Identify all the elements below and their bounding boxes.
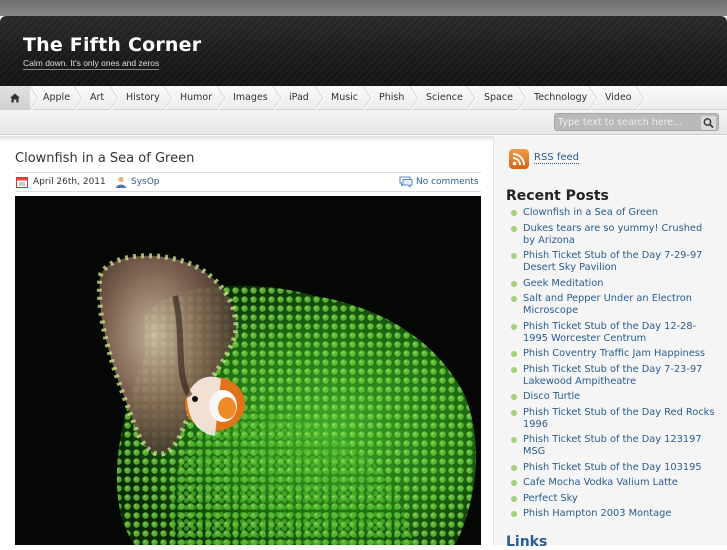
site-header: The Fifth Corner Calm down. It's only on… — [0, 16, 727, 86]
nav-item-images[interactable]: Images — [233, 86, 268, 110]
recent-post-link[interactable]: Cafe Mocha Vodka Valium Latte — [506, 477, 716, 489]
recent-post-link[interactable]: Phish Ticket Stub of the Day 123197 MSG — [506, 434, 716, 458]
recent-posts-list: Clownfish in a Sea of Green Dukes tears … — [506, 207, 716, 524]
recent-post-link[interactable]: Phish Coventry Traffic Jam Happiness — [506, 348, 716, 360]
nav-item-art[interactable]: Art — [90, 86, 104, 110]
nav-separator — [273, 86, 283, 110]
nav-separator — [164, 86, 174, 110]
recent-posts-heading: Recent Posts — [506, 188, 609, 204]
recent-post-link[interactable]: Phish Ticket Stub of the Day 12-28-1995 … — [506, 321, 716, 345]
recent-post-link[interactable]: Phish Hampton 2003 Montage — [506, 508, 716, 520]
user-icon — [116, 176, 126, 188]
clownfish-anemone-photo[interactable] — [15, 196, 481, 545]
main-nav: Apple Art History Humor Images iPad Musi… — [0, 86, 727, 110]
nav-separator — [518, 86, 528, 110]
nav-item-history[interactable]: History — [126, 86, 160, 110]
recent-post-link[interactable]: Perfect Sky — [506, 493, 716, 505]
recent-post-link[interactable]: Phish Ticket Stub of the Day 7-29-97 Des… — [506, 250, 716, 274]
home-icon — [10, 93, 20, 103]
search-input[interactable] — [558, 116, 698, 129]
search-icon — [701, 116, 716, 130]
nav-item-science[interactable]: Science — [426, 86, 463, 110]
nav-item-phish[interactable]: Phish — [379, 86, 404, 110]
recent-post-link[interactable]: Clownfish in a Sea of Green — [506, 207, 716, 219]
search-button[interactable] — [701, 115, 716, 130]
nav-home-button[interactable] — [0, 86, 30, 110]
rss-icon[interactable] — [509, 149, 529, 169]
links-heading: Links — [506, 534, 548, 550]
site-title[interactable]: The Fifth Corner — [23, 34, 201, 56]
top-bar — [0, 0, 727, 16]
nav-item-apple[interactable]: Apple — [43, 86, 70, 110]
nav-item-music[interactable]: Music — [331, 86, 358, 110]
nav-item-technology[interactable]: Technology — [534, 86, 587, 110]
nav-separator — [636, 86, 646, 110]
search-box — [554, 113, 719, 131]
recent-post-link[interactable]: Phish Ticket Stub of the Day 7-23-97 Lak… — [506, 364, 716, 388]
nav-item-ipad[interactable]: iPad — [289, 86, 309, 110]
recent-post-link[interactable]: Geek Meditation — [506, 278, 716, 290]
site-description: Calm down. It's only ones and zeros — [23, 58, 160, 70]
nav-separator — [315, 86, 325, 110]
recent-post-link[interactable]: Phish Ticket Stub of the Day Red Rocks 1… — [506, 407, 716, 431]
nav-separator — [217, 86, 227, 110]
calendar-icon — [16, 177, 28, 188]
recent-post-link[interactable]: Dukes tears are so yummy! Crushed by Ari… — [506, 223, 716, 247]
nav-item-humor[interactable]: Humor — [180, 86, 212, 110]
post-comments-link[interactable]: No comments — [416, 177, 479, 187]
comment-icon — [399, 176, 413, 188]
nav-separator — [467, 86, 477, 110]
nav-separator — [363, 86, 373, 110]
nav-separator — [110, 86, 120, 110]
nav-separator — [30, 86, 40, 110]
search-bar-strip — [0, 110, 727, 135]
recent-post-link[interactable]: Disco Turtle — [506, 391, 716, 403]
nav-item-space[interactable]: Space — [484, 86, 513, 110]
nav-separator — [74, 86, 84, 110]
post-title[interactable]: Clownfish in a Sea of Green — [15, 151, 194, 166]
sidebar: RSS feed Recent Posts Clownfish in a Sea… — [493, 136, 727, 550]
rss-feed-link[interactable]: RSS feed — [534, 152, 579, 164]
post-image-art — [15, 196, 481, 545]
post-date: April 26th, 2011 — [33, 177, 106, 187]
post-author-link[interactable]: SysOp — [131, 177, 160, 187]
nav-item-video[interactable]: Video — [605, 86, 632, 110]
nav-separator — [589, 86, 599, 110]
post-meta: April 26th, 2011 SysOp No comments — [15, 172, 481, 192]
recent-post-link[interactable]: Phish Ticket Stub of the Day 103195 — [506, 462, 716, 474]
recent-post-link[interactable]: Salt and Pepper Under an Electron Micros… — [506, 293, 716, 317]
nav-separator — [410, 86, 420, 110]
